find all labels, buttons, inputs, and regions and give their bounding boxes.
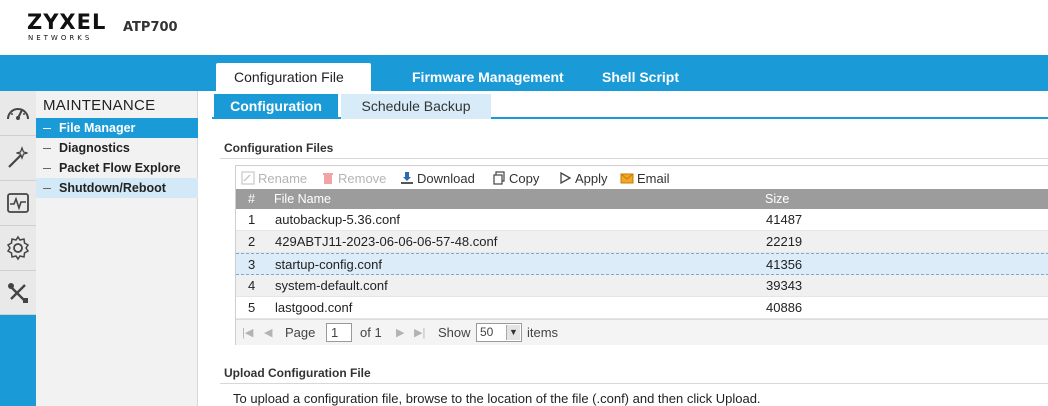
tab-shell-script[interactable]: Shell Script (602, 63, 679, 93)
table-row[interactable]: 4 system-default.conf 39343 (236, 275, 1048, 297)
section-title-configuration-files: Configuration Files (224, 141, 334, 155)
row-index: 4 (248, 278, 256, 293)
column-header-file-name[interactable]: File Name (274, 189, 331, 209)
column-header-size[interactable]: Size (765, 189, 789, 209)
row-file-name: system-default.conf (275, 278, 388, 293)
nav-monitor[interactable] (0, 181, 36, 226)
nav-configuration[interactable] (0, 226, 36, 271)
gear-icon (6, 235, 30, 261)
sidebar-item-diagnostics[interactable]: Diagnostics (36, 138, 198, 158)
download-icon (401, 172, 413, 184)
table-row-selected[interactable]: 3 startup-config.conf 41356 (236, 253, 1048, 275)
chevron-down-icon: ▼ (506, 325, 520, 340)
dash-marker (43, 128, 51, 130)
sidebar-item-shutdown-reboot[interactable]: Shutdown/Reboot (36, 178, 198, 198)
copy-button[interactable]: Copy (492, 169, 539, 187)
download-button[interactable]: Download (400, 169, 475, 187)
page-size-select[interactable]: 50 ▼ (476, 323, 522, 342)
rename-icon (241, 171, 255, 185)
rename-label: Rename (258, 170, 308, 186)
section-title-upload: Upload Configuration File (224, 366, 371, 380)
nav-icon-bar (0, 91, 36, 406)
app-header: ZYXEL NETWORKS ATP700 (0, 0, 1048, 55)
grid-toolbar: Rename Remove Download Copy Apply Email (236, 166, 1048, 188)
sidebar-item-file-manager[interactable]: File Manager (36, 118, 198, 138)
column-header-index[interactable]: # (248, 189, 255, 209)
row-index: 1 (248, 212, 256, 227)
remove-button[interactable]: Remove (321, 169, 386, 187)
email-button[interactable]: Email (620, 169, 670, 187)
logo-sub-text: NETWORKS (28, 34, 93, 42)
table-row[interactable]: 2 429ABTJ11-2023-06-06-06-57-48.conf 222… (236, 231, 1048, 253)
copy-label: Copy (509, 170, 540, 186)
row-file-name: 429ABTJ11-2023-06-06-06-57-48.conf (275, 234, 498, 249)
last-page-icon[interactable]: ▶| (414, 325, 425, 341)
sidebar-item-label: File Manager (59, 121, 136, 135)
page-size-value: 50 (480, 325, 494, 339)
trash-icon (323, 173, 333, 184)
dash-marker (43, 148, 51, 150)
grid-header: # File Name Size (236, 189, 1048, 209)
row-index: 2 (248, 234, 256, 249)
page-count: of 1 (360, 325, 382, 340)
table-row[interactable]: 1 autobackup-5.36.conf 41487 (236, 209, 1048, 231)
dash-marker (43, 168, 51, 170)
page-number-input[interactable]: 1 (326, 323, 352, 342)
upload-description: To upload a configuration file, browse t… (233, 391, 761, 406)
grid-pager: |◀ ◀ Page 1 of 1 ▶ ▶| Show 50 ▼ items (236, 319, 1048, 345)
remove-label: Remove (338, 170, 387, 186)
row-size: 41487 (766, 212, 803, 227)
table-row[interactable]: 5 lastgood.conf 40886 (236, 297, 1048, 319)
logo-main-text: ZYXEL (27, 10, 107, 34)
sidebar-menu: MAINTENANCE File Manager Diagnostics Pac… (36, 91, 198, 406)
sidebar-item-label: Packet Flow Explore (59, 161, 181, 175)
row-index: 3 (248, 257, 256, 272)
play-icon (560, 171, 572, 185)
row-file-name: autobackup-5.36.conf (275, 212, 401, 227)
section-divider (220, 383, 1048, 384)
section-divider (220, 158, 1048, 159)
device-model: ATP700 (123, 20, 178, 35)
row-file-name: startup-config.conf (275, 257, 382, 272)
subtab-schedule-backup[interactable]: Schedule Backup (341, 94, 491, 119)
nav-dashboard[interactable] (0, 91, 36, 136)
sidebar-item-label: Diagnostics (59, 141, 130, 155)
dashboard-icon (7, 108, 29, 120)
row-size: 22219 (766, 234, 803, 249)
sidebar-title: MAINTENANCE (43, 97, 156, 114)
rename-button[interactable]: Rename (241, 169, 307, 187)
wizard-icon (8, 146, 28, 168)
row-index: 5 (248, 300, 256, 315)
sidebar-item-label: Shutdown/Reboot (59, 181, 166, 195)
config-files-grid: Rename Remove Download Copy Apply Email … (235, 165, 1048, 345)
sidebar-item-packet-flow-explore[interactable]: Packet Flow Explore (36, 158, 198, 178)
tab-label: Configuration File (234, 69, 344, 85)
nav-wizard[interactable] (0, 136, 36, 181)
apply-label: Apply (575, 170, 608, 186)
tab-firmware-management[interactable]: Firmware Management (412, 63, 564, 93)
first-page-icon[interactable]: |◀ (242, 325, 253, 341)
row-size: 41356 (766, 257, 803, 272)
page-label: Page (285, 325, 316, 340)
items-label: items (527, 325, 559, 340)
tools-icon (8, 282, 28, 303)
next-page-icon[interactable]: ▶ (396, 325, 404, 341)
show-label: Show (438, 325, 471, 340)
nav-maintenance[interactable] (0, 271, 36, 315)
envelope-icon (620, 173, 634, 184)
monitor-icon (7, 193, 29, 213)
subtab-configuration[interactable]: Configuration (214, 94, 338, 119)
apply-button[interactable]: Apply (558, 169, 608, 187)
copy-icon (493, 171, 505, 185)
prev-page-icon[interactable]: ◀ (264, 325, 272, 341)
download-label: Download (417, 170, 475, 186)
zyxel-logo: ZYXEL NETWORKS (27, 11, 107, 43)
row-size: 39343 (766, 278, 803, 293)
row-file-name: lastgood.conf (275, 300, 353, 315)
dash-marker (43, 188, 51, 190)
email-label: Email (637, 170, 670, 186)
tab-configuration-file[interactable]: Configuration File (216, 63, 371, 93)
row-size: 40886 (766, 300, 803, 315)
